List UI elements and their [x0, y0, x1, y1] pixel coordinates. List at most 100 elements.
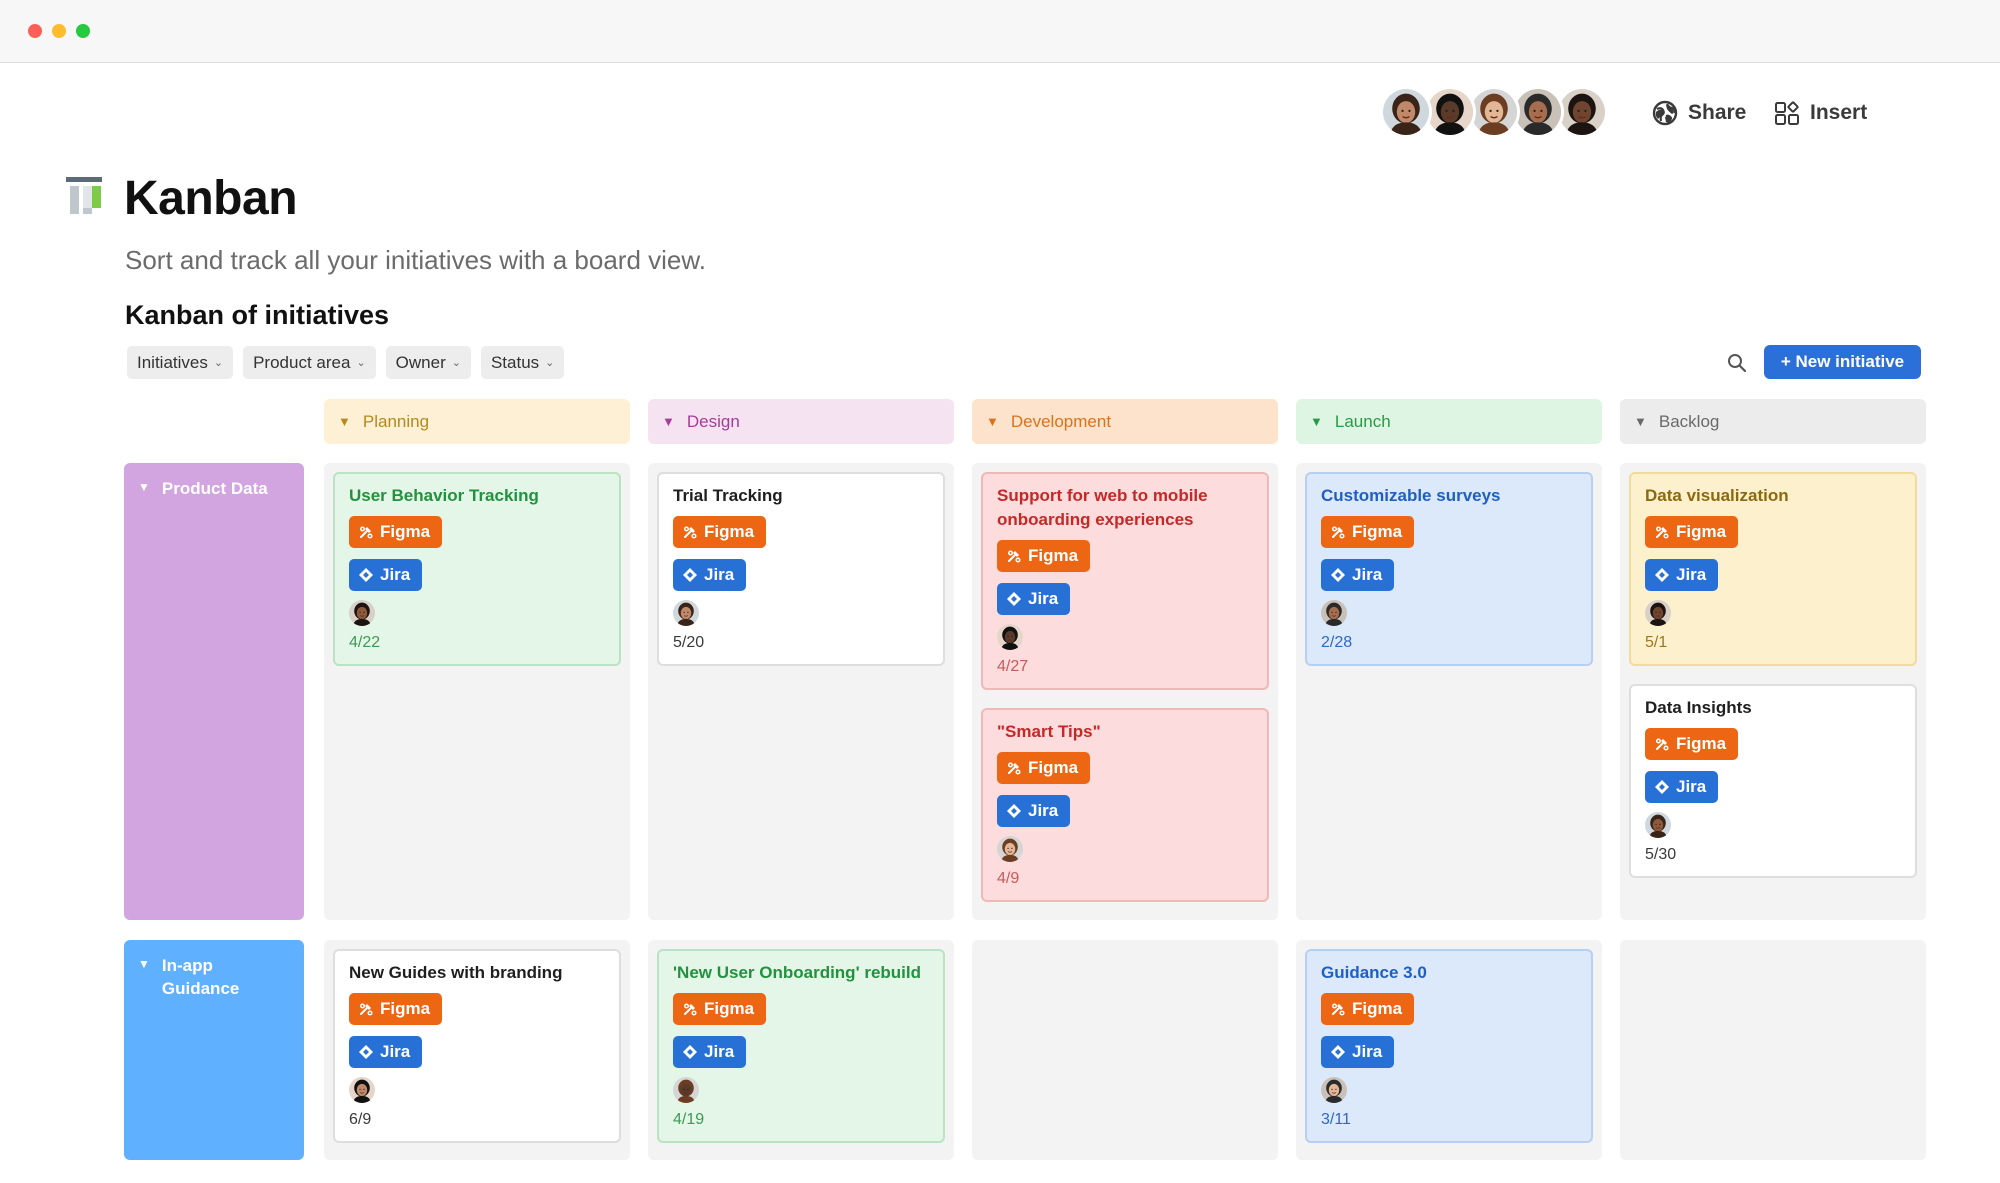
figma-link-tag[interactable]: Figma — [997, 540, 1091, 572]
minimize-window-button[interactable] — [52, 24, 66, 38]
initiative-card[interactable]: Support for web to mobile onboarding exp… — [981, 472, 1269, 690]
jira-link-tag[interactable]: Jira — [1321, 1036, 1395, 1068]
initiative-card[interactable]: Data visualization Figma Jira 5/1 — [1629, 472, 1917, 666]
tag-label: Jira — [1676, 565, 1707, 584]
tag-label: Figma — [1352, 999, 1403, 1018]
collapse-triangle-icon: ▼ — [986, 414, 999, 429]
column-label: Backlog — [1658, 411, 1720, 431]
jira-link-tag[interactable]: Jira — [673, 1036, 747, 1068]
jira-link-tag[interactable]: Jira — [1645, 771, 1719, 803]
figma-link-tag[interactable]: Figma — [1321, 516, 1415, 548]
due-date: 4/27 — [997, 658, 1029, 675]
owner-avatar[interactable] — [1321, 1077, 1347, 1103]
initiative-card[interactable]: New Guides with branding Figma Jira 6/9 — [333, 949, 621, 1143]
board-cell: Customizable surveys Figma Jira 2/28 — [1296, 463, 1602, 920]
column-label: Design — [686, 411, 740, 431]
jira-link-tag[interactable]: Jira — [673, 559, 747, 591]
jira-icon — [359, 1045, 373, 1059]
column-header-launch[interactable]: ▼ Launch — [1296, 399, 1602, 444]
maximize-window-button[interactable] — [76, 24, 90, 38]
filter-initiatives[interactable]: Initiatives ⌄ — [127, 346, 234, 379]
insert-button[interactable]: Insert — [1774, 96, 1867, 130]
filter-status[interactable]: Status ⌄ — [480, 346, 565, 379]
owner-avatar[interactable] — [673, 1077, 699, 1103]
initiative-card[interactable]: 'New User Onboarding' rebuild Figma Jira… — [657, 949, 945, 1143]
filter-bar: Initiatives ⌄ Product area ⌄ Owner ⌄ Status… — [127, 346, 565, 379]
jira-link-tag[interactable]: Jira — [349, 1036, 423, 1068]
owner-avatar[interactable] — [997, 624, 1023, 650]
column-header-development[interactable]: ▼ Development — [972, 399, 1278, 444]
window-titlebar — [0, 0, 2000, 63]
initiative-card[interactable]: Trial Tracking Figma Jira 5/20 — [657, 472, 945, 666]
figma-link-tag[interactable]: Figma — [673, 516, 767, 548]
filter-owner[interactable]: Owner ⌄ — [385, 346, 471, 379]
board-cell: New Guides with branding Figma Jira 6/9 — [324, 940, 630, 1160]
figma-link-tag[interactable]: Figma — [997, 752, 1091, 784]
figma-link-tag[interactable]: Figma — [1645, 516, 1739, 548]
figma-link-tag[interactable]: Figma — [673, 993, 767, 1025]
owner-avatar[interactable] — [1321, 600, 1347, 626]
jira-icon — [1007, 804, 1021, 818]
new-initiative-button[interactable]: + New initiative — [1764, 345, 1921, 379]
share-label: Share — [1688, 101, 1747, 124]
jira-link-tag[interactable]: Jira — [1321, 559, 1395, 591]
tag-label: Jira — [1028, 589, 1059, 608]
owner-avatar[interactable] — [1645, 812, 1671, 838]
card-title: User Behavior Tracking — [349, 486, 539, 505]
figma-icon — [683, 1003, 697, 1016]
figma-link-tag[interactable]: Figma — [1645, 728, 1739, 760]
tag-label: Jira — [1028, 801, 1059, 820]
initiative-card[interactable]: User Behavior Tracking Figma Jira 4/22 — [333, 472, 621, 666]
figma-icon — [1331, 1003, 1345, 1016]
figma-link-tag[interactable]: Figma — [349, 993, 443, 1025]
search-icon — [1728, 354, 1747, 373]
jira-link-tag[interactable]: Jira — [997, 795, 1071, 827]
new-initiative-label: + New initiative — [1780, 352, 1905, 371]
owner-avatar[interactable] — [1645, 600, 1671, 626]
due-date: 4/9 — [997, 870, 1020, 887]
board-cell: Trial Tracking Figma Jira 5/20 — [648, 463, 954, 920]
collaborator-avatar[interactable] — [1380, 86, 1432, 138]
figma-icon — [1655, 738, 1669, 751]
owner-avatar[interactable] — [997, 836, 1023, 862]
filter-label: Product area — [253, 352, 351, 372]
owner-avatar[interactable] — [349, 600, 375, 626]
column-header-backlog[interactable]: ▼ Backlog — [1620, 399, 1926, 444]
jira-icon — [1331, 1045, 1345, 1059]
initiative-card[interactable]: Customizable surveys Figma Jira 2/28 — [1305, 472, 1593, 666]
figma-link-tag[interactable]: Figma — [349, 516, 443, 548]
initiative-card[interactable]: Data Insights Figma Jira 5/30 — [1629, 684, 1917, 878]
owner-avatar[interactable] — [673, 600, 699, 626]
owner-avatar[interactable] — [349, 1077, 375, 1103]
jira-icon — [683, 1045, 697, 1059]
collapse-triangle-icon: ▼ — [338, 414, 351, 429]
jira-link-tag[interactable]: Jira — [1645, 559, 1719, 591]
due-date: 4/22 — [349, 634, 381, 651]
initiative-card[interactable]: "Smart Tips" Figma Jira 4/9 — [981, 708, 1269, 902]
figma-icon — [683, 526, 697, 539]
chevron-down-icon: ⌄ — [451, 357, 461, 369]
close-window-button[interactable] — [28, 24, 42, 38]
row-label: Product Data — [161, 479, 268, 498]
jira-link-tag[interactable]: Jira — [997, 583, 1071, 615]
filter-product-area[interactable]: Product area ⌄ — [243, 346, 376, 379]
share-button[interactable]: Share — [1652, 96, 1746, 130]
tag-label: Jira — [380, 1042, 411, 1061]
chevron-down-icon: ⌄ — [356, 357, 366, 369]
row-header-product-data[interactable]: ▼ Product Data — [124, 463, 304, 920]
collapse-triangle-icon: ▼ — [1634, 414, 1647, 429]
jira-link-tag[interactable]: Jira — [349, 559, 423, 591]
column-header-design[interactable]: ▼ Design — [648, 399, 954, 444]
card-title: Trial Tracking — [673, 486, 783, 505]
board-cell: Support for web to mobile onboarding exp… — [972, 463, 1278, 920]
row-header-in-app-guidance[interactable]: ▼ In-app Guidance — [124, 940, 304, 1160]
search-button[interactable] — [1722, 348, 1752, 378]
row-label: In-app Guidance — [161, 956, 240, 998]
collapse-triangle-icon: ▼ — [138, 480, 150, 494]
board-cell: Data visualization Figma Jira 5/1 Data I… — [1620, 463, 1926, 920]
collapse-triangle-icon: ▼ — [138, 957, 150, 971]
initiative-card[interactable]: Guidance 3.0 Figma Jira 3/11 — [1305, 949, 1593, 1143]
column-header-planning[interactable]: ▼ Planning — [324, 399, 630, 444]
tag-label: Figma — [380, 999, 431, 1018]
figma-link-tag[interactable]: Figma — [1321, 993, 1415, 1025]
